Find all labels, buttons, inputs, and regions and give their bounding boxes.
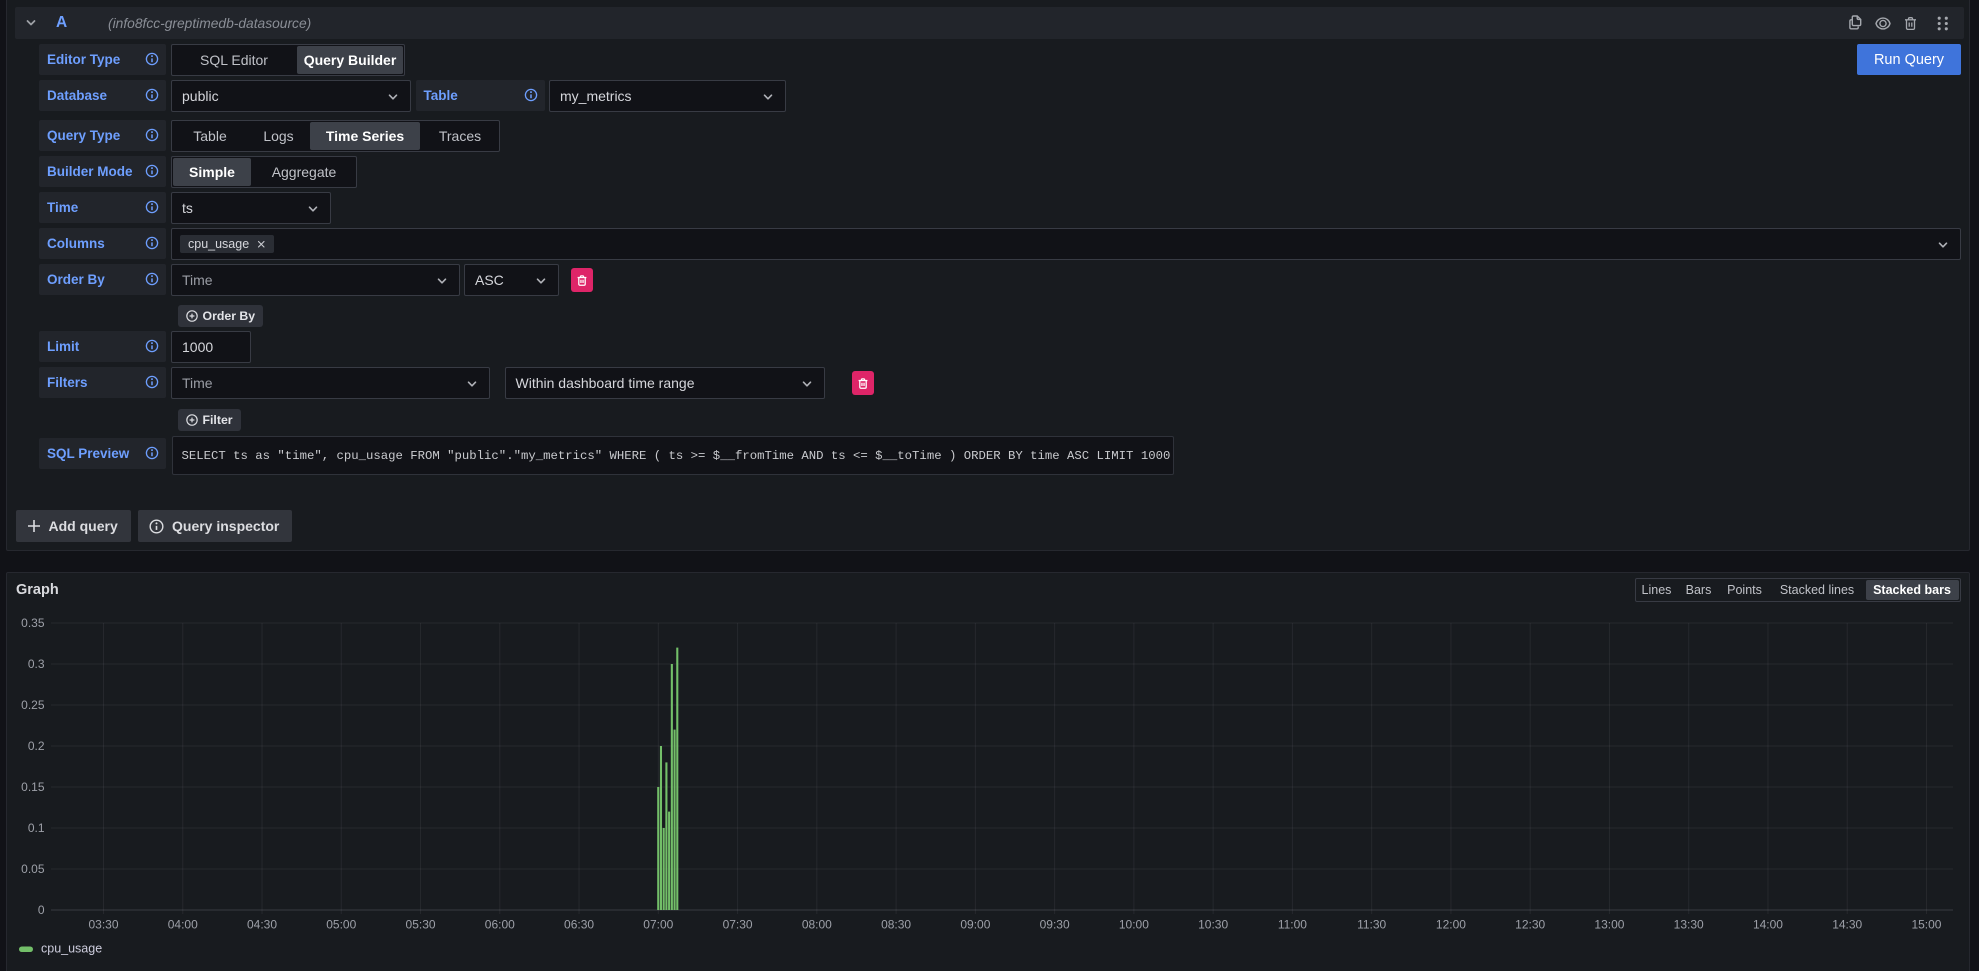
svg-text:13:30: 13:30 [1674,918,1704,932]
svg-text:03:30: 03:30 [88,918,118,932]
svg-text:11:00: 11:00 [1278,918,1307,932]
svg-text:0.15: 0.15 [21,780,45,794]
svg-text:cpu_usage: cpu_usage [41,942,102,956]
svg-text:04:30: 04:30 [247,918,277,932]
svg-text:0.35: 0.35 [21,616,45,630]
svg-text:0.2: 0.2 [28,739,45,753]
svg-text:10:30: 10:30 [1198,918,1228,932]
svg-text:08:30: 08:30 [881,918,911,932]
svg-text:0: 0 [38,903,45,917]
svg-text:06:00: 06:00 [485,918,515,932]
svg-text:07:30: 07:30 [723,918,753,932]
svg-text:12:30: 12:30 [1515,918,1545,932]
svg-text:08:00: 08:00 [802,918,832,932]
svg-text:04:00: 04:00 [168,918,198,932]
svg-text:05:30: 05:30 [406,918,436,932]
svg-text:05:00: 05:00 [326,918,356,932]
svg-text:10:00: 10:00 [1119,918,1149,932]
svg-text:0.05: 0.05 [21,862,45,876]
svg-text:13:00: 13:00 [1594,918,1624,932]
svg-text:09:30: 09:30 [1040,918,1070,932]
svg-text:0.25: 0.25 [21,698,45,712]
svg-text:14:30: 14:30 [1832,918,1862,932]
svg-text:09:00: 09:00 [960,918,990,932]
svg-text:11:30: 11:30 [1357,918,1386,932]
svg-text:06:30: 06:30 [564,918,594,932]
svg-text:15:00: 15:00 [1911,918,1941,932]
svg-text:14:00: 14:00 [1753,918,1783,932]
svg-text:07:00: 07:00 [643,918,673,932]
svg-text:0.1: 0.1 [28,821,45,835]
svg-text:12:00: 12:00 [1436,918,1466,932]
svg-text:0.3: 0.3 [28,657,45,671]
